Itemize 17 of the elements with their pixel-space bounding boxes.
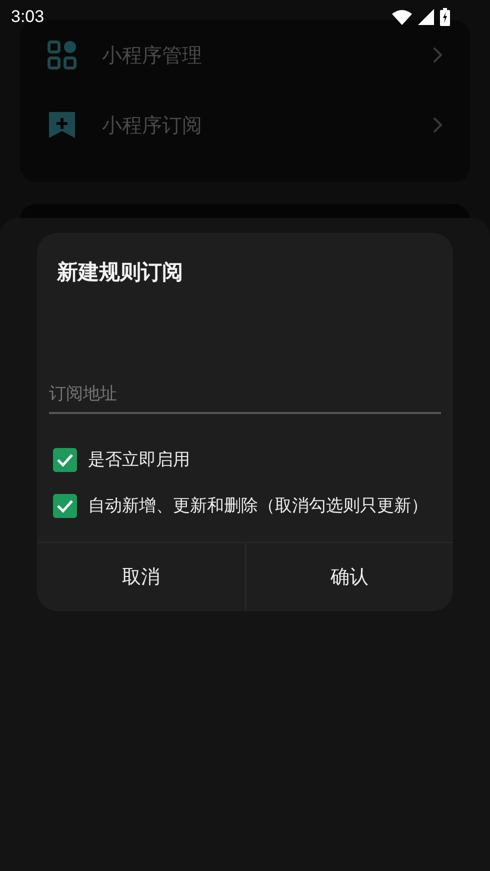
chevron-right-icon [433,47,443,63]
status-time: 3:03 [11,6,44,26]
wifi-icon [392,8,412,24]
grid-icon [47,40,77,70]
checkbox-label: 是否立即启用 [88,449,190,472]
check-icon [57,499,73,513]
bookmark-plus-icon [47,110,77,140]
dialog-title: 新建规则订阅 [56,259,184,286]
check-icon [57,453,73,467]
input-field[interactable]: 订阅地址 [49,380,441,414]
signal-icon [418,8,434,24]
dialog-button[interactable]: 确认 [244,543,453,611]
dialog-button[interactable]: 取消 [37,543,244,611]
checkbox-label: 自动新增、更新和删除（取消勾选则只更新） [88,495,428,518]
checkbox[interactable] [53,448,77,472]
chevron-right-icon [433,117,443,133]
checkbox[interactable] [53,494,77,518]
